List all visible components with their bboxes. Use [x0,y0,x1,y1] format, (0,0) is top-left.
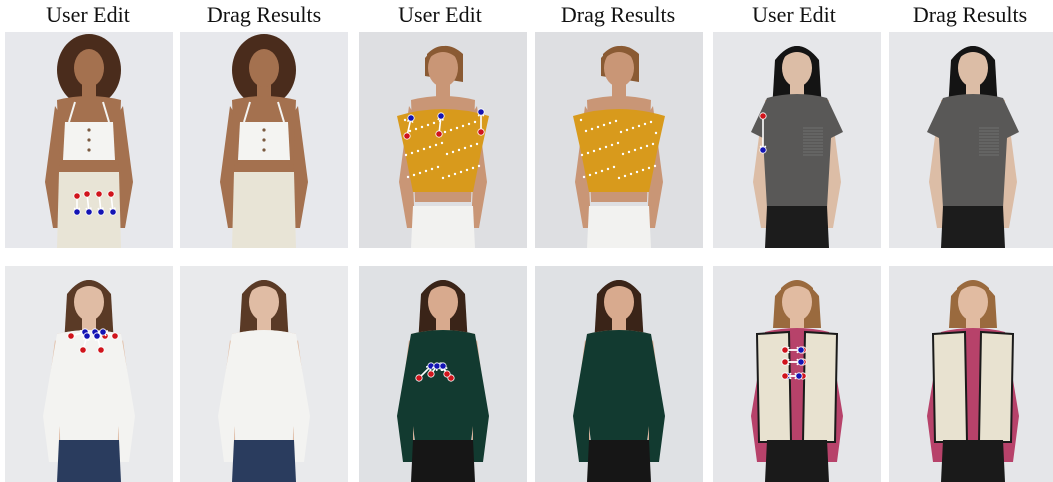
column-header-drag-results: Drag Results [560,2,676,27]
column-header-drag-results: Drag Results [206,2,322,27]
drag-handle-point [73,192,81,200]
drag-target-point [407,114,415,122]
column-header-drag-results: Drag Results [912,2,1028,27]
drag-handle-point [781,358,789,366]
drag-target-point [433,362,441,370]
drag-target-point [109,208,117,216]
model-photo [5,266,173,482]
model-photo [359,266,527,482]
drag-target-point [97,208,105,216]
user-edit-image [359,266,527,482]
model-photo [5,32,173,248]
user-edit-image [5,266,173,482]
drag-target-point [83,332,91,340]
drag-result-image [535,32,703,248]
drag-target-point [85,208,93,216]
model-photo [535,32,703,248]
model-photo [180,266,348,482]
drag-handle-point [781,346,789,354]
drag-target-point [477,108,485,116]
drag-target-point [797,346,805,354]
drag-handle-point [443,370,451,378]
column-header-user-edit: User Edit [752,2,836,27]
drag-result-image [889,32,1053,248]
column-header-user-edit: User Edit [398,2,482,27]
model-photo [713,266,881,482]
drag-handle-point [95,190,103,198]
drag-handle-point [79,346,87,354]
drag-handle-point [415,374,423,382]
user-edit-image [5,32,173,248]
drag-result-image [180,266,348,482]
user-edit-image [359,32,527,248]
drag-target-point [759,146,767,154]
model-photo [535,266,703,482]
model-photo [713,32,881,248]
drag-result-image [535,266,703,482]
model-photo [889,32,1053,248]
drag-handle-point [781,372,789,380]
drag-handle-point [427,370,435,378]
drag-handle-point [97,346,105,354]
drag-target-point [797,358,805,366]
user-edit-image [713,266,881,482]
drag-handle-point [403,132,411,140]
drag-handle-point [435,130,443,138]
drag-handle-point [477,128,485,136]
drag-handle-point [67,332,75,340]
model-photo [180,32,348,248]
model-photo [359,32,527,248]
column-header-user-edit: User Edit [46,2,130,27]
drag-target-point [795,372,803,380]
model-photo [889,266,1053,482]
drag-target-point [73,208,81,216]
drag-target-point [437,112,445,120]
drag-handle-point [111,332,119,340]
user-edit-image [713,32,881,248]
drag-target-point [439,362,447,370]
drag-result-image [180,32,348,248]
drag-target-point [93,332,101,340]
drag-handle-point [107,190,115,198]
drag-handle-point [759,112,767,120]
drag-handle-point [83,190,91,198]
drag-result-image [889,266,1053,482]
drag-target-point [99,328,107,336]
